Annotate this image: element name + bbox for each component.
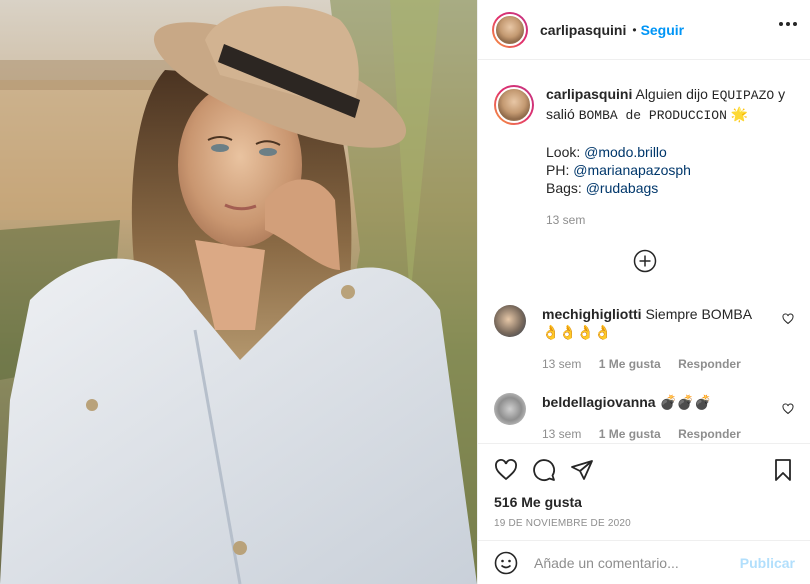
caption-avatar[interactable] (494, 85, 534, 125)
author-username[interactable]: carlipasquini (540, 22, 626, 38)
commenter-avatar[interactable] (494, 393, 526, 425)
reply-button[interactable]: Responder (678, 427, 741, 441)
post-image (0, 0, 477, 584)
action-icons (494, 456, 795, 484)
post-date[interactable]: 19 DE NOVIEMBRE DE 2020 (494, 518, 795, 529)
comment-emoji: 👌👌👌👌 (542, 324, 612, 340)
more-icon[interactable] (779, 22, 797, 26)
look-label: Look: (546, 144, 581, 160)
reply-button[interactable]: Responder (678, 357, 741, 371)
bookmark-icon[interactable] (771, 458, 795, 482)
caption-username[interactable]: carlipasquini (546, 86, 632, 102)
caption-body: carlipasquini Alguien dijo EQUIPAZO y sa… (546, 85, 795, 229)
bags-mention-link[interactable]: @rudabags (586, 180, 659, 196)
comment-item: beldellagiovanna 💣💣💣 13 sem 1 Me gusta R… (494, 393, 794, 443)
comment-icon[interactable] (532, 458, 556, 482)
caption-time[interactable]: 13 sem (546, 213, 585, 227)
caption-emoji: 🌟 (730, 106, 749, 122)
caption-meta: 13 sem (546, 211, 795, 229)
author-avatar[interactable] (492, 11, 528, 48)
caption-text-styled: BOMBA de PRODUCCION (578, 108, 727, 123)
follow-button[interactable]: Seguir (641, 22, 685, 38)
heart-icon[interactable] (782, 313, 794, 325)
heart-icon[interactable] (782, 403, 794, 415)
caption-text: Alguien dijo (635, 86, 708, 102)
publish-button[interactable]: Publicar (740, 555, 795, 571)
plus-circle-icon[interactable] (633, 249, 657, 273)
comment-body: mechighigliotti Siempre BOMBA 👌👌👌👌 13 se… (542, 305, 762, 373)
post-header: carlipasquini • Seguir (478, 0, 810, 60)
comment-input[interactable]: Añade un comentario... (534, 555, 740, 571)
comment-time[interactable]: 13 sem (542, 427, 581, 441)
post-photo[interactable] (0, 0, 477, 584)
ph-mention-link[interactable]: @marianapazosph (573, 162, 691, 178)
commenter-avatar[interactable] (494, 305, 526, 337)
comment-username[interactable]: beldellagiovanna (542, 394, 656, 410)
comment-item: mechighigliotti Siempre BOMBA 👌👌👌👌 13 se… (494, 305, 794, 373)
comment-body: beldellagiovanna 💣💣💣 13 sem 1 Me gusta R… (542, 393, 762, 443)
comment-likes[interactable]: 1 Me gusta (599, 357, 661, 371)
comment-meta: 13 sem 1 Me gusta Responder (542, 355, 762, 373)
send-icon[interactable] (570, 458, 594, 482)
ph-label: PH: (546, 162, 570, 178)
post-actions: 516 Me gusta 19 DE NOVIEMBRE DE 2020 (478, 443, 810, 529)
likes-count[interactable]: 516 Me gusta (494, 494, 795, 510)
comment-likes[interactable]: 1 Me gusta (599, 427, 661, 441)
separator-dot: • (632, 22, 637, 37)
smiley-icon[interactable] (494, 551, 518, 575)
heart-icon[interactable] (494, 458, 518, 482)
caption-text-styled: EQUIPAZO (711, 88, 775, 103)
comment-text: Siempre BOMBA (645, 306, 753, 322)
post-side-panel: carlipasquini • Seguir carlipasquini Alg… (477, 0, 810, 584)
bags-label: Bags: (546, 180, 582, 196)
look-mention-link[interactable]: @modo.brillo (584, 144, 667, 160)
comment-time[interactable]: 13 sem (542, 357, 581, 371)
comment-meta: 13 sem 1 Me gusta Responder (542, 425, 762, 443)
avatar-image (494, 13, 526, 46)
post-caption: carlipasquini Alguien dijo EQUIPAZO y sa… (494, 85, 795, 229)
avatar-image (496, 87, 532, 123)
comment-emoji: 💣💣💣 (659, 394, 712, 410)
comments-section[interactable]: carlipasquini Alguien dijo EQUIPAZO y sa… (478, 61, 810, 443)
add-comment-bar: Añade un comentario... Publicar (478, 540, 810, 584)
comment-username[interactable]: mechighigliotti (542, 306, 642, 322)
